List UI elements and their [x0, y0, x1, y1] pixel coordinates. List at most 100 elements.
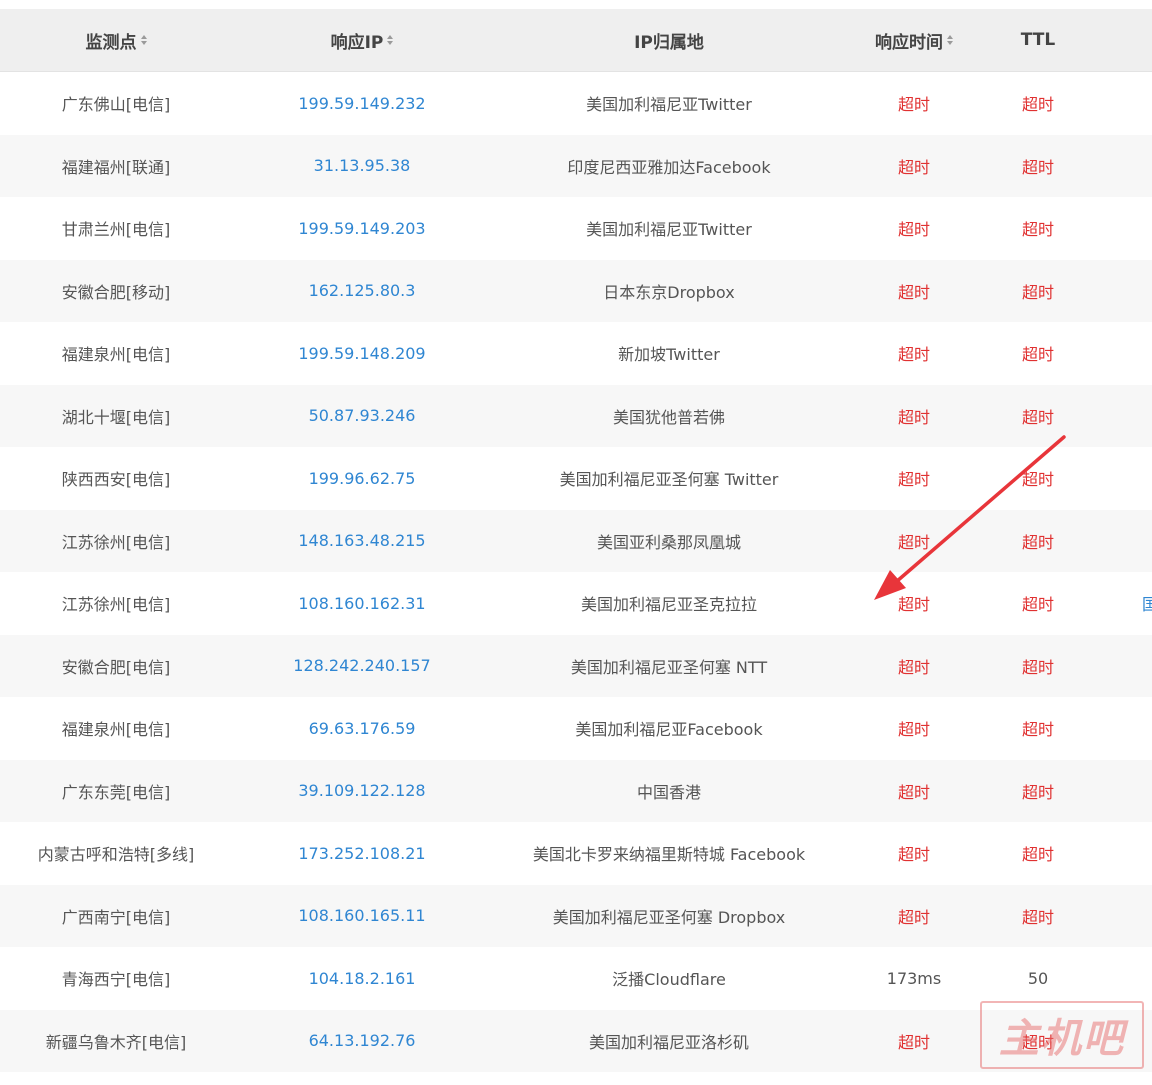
- cell-response-time-text: 超时: [897, 1032, 930, 1052]
- cell-ip-text[interactable]: 64.13.192.76: [309, 1031, 416, 1050]
- cell-monitor: 安徽合肥[电信]: [0, 635, 232, 698]
- cell-ip-text[interactable]: 199.59.149.203: [298, 219, 425, 238]
- cell-response-time: 超时: [846, 135, 982, 198]
- cell-ttl-text: 超时: [1021, 157, 1054, 177]
- cell-ttl-text: 超时: [1021, 595, 1054, 615]
- cell-location-text: 泛播Cloudflare: [612, 970, 726, 990]
- cell-ip: 199.59.149.232: [232, 72, 492, 135]
- cell-ip-text[interactable]: 199.96.62.75: [309, 469, 416, 488]
- cell-monitor-text: 福建泉州[电信]: [61, 720, 171, 740]
- cell-ip: 39.109.122.128: [232, 760, 492, 823]
- cell-monitor: 湖北十堰[电信]: [0, 385, 232, 448]
- cell-ip-text[interactable]: 173.252.108.21: [298, 844, 425, 863]
- cell-response-time: 超时: [846, 72, 982, 135]
- cell-response-time-text: 超时: [897, 907, 930, 927]
- cell-location: 美国亚利桑那凤凰城: [492, 510, 846, 573]
- cell-response-time-text: 超时: [897, 470, 930, 490]
- cell-location-text: 美国加利福尼亚圣何塞 NTT: [570, 657, 768, 677]
- sort-caret-icon[interactable]: [387, 35, 394, 45]
- cell-ttl-text: 超时: [1021, 345, 1054, 365]
- cell-ip-text[interactable]: 108.160.162.31: [298, 594, 425, 613]
- cell-location: 日本东京Dropbox: [492, 260, 846, 323]
- cell-ip-text[interactable]: 50.87.93.246: [309, 406, 416, 425]
- header-ttl-label: TTL: [1020, 30, 1056, 50]
- cell-monitor-text: 甘肃兰州[电信]: [61, 220, 171, 240]
- cell-response-time: 超时: [846, 635, 982, 698]
- cell-response-time: 超时: [846, 322, 982, 385]
- cell-ip: 31.13.95.38: [232, 135, 492, 198]
- cell-ip-text[interactable]: 39.109.122.128: [298, 781, 425, 800]
- cell-ip: 199.59.148.209: [232, 322, 492, 385]
- cell-location-text: 日本东京Dropbox: [603, 282, 735, 302]
- header-monitor-label: 监测点: [85, 32, 137, 53]
- cell-ip-text[interactable]: 128.242.240.157: [293, 656, 430, 675]
- cell-ip-text[interactable]: 31.13.95.38: [314, 156, 411, 175]
- cell-ttl-text: 超时: [1021, 782, 1054, 802]
- cell-response-time: 超时: [846, 385, 982, 448]
- cell-ip-text[interactable]: 162.125.80.3: [309, 281, 416, 300]
- table-row: 安徽合肥[电信] 128.242.240.157 美国加利福尼亚圣何塞 NTT 超时 超…: [0, 634, 1152, 698]
- cell-monitor-text: 江苏徐州[电信]: [61, 532, 171, 552]
- ping-results-table: 监测点 响应IP IP归属地 响应时间 TTL 广东佛山[电信] 199.59.1…: [0, 9, 1152, 1072]
- table-row: 湖北十堰[电信] 50.87.93.246 美国犹他普若佛 超时 超时: [0, 384, 1152, 448]
- cell-location: 美国加利福尼亚圣何塞 Twitter: [492, 447, 846, 510]
- cell-ip: 148.163.48.215: [232, 510, 492, 573]
- cell-location: 新加坡Twitter: [492, 322, 846, 385]
- cell-monitor: 福建泉州[电信]: [0, 322, 232, 385]
- cell-monitor: 福建福州[联通]: [0, 135, 232, 198]
- cell-ip-text[interactable]: 148.163.48.215: [298, 531, 425, 550]
- header-response-time-label: 响应时间: [875, 32, 943, 53]
- header-response-time[interactable]: 响应时间: [846, 9, 982, 71]
- cell-monitor-text: 江苏徐州[电信]: [61, 595, 171, 615]
- cell-location-text: 美国加利福尼亚圣克拉拉: [580, 595, 757, 615]
- cell-ip-text[interactable]: 199.59.149.232: [298, 94, 425, 113]
- cell-response-time: 超时: [846, 760, 982, 823]
- cell-response-time-text: 超时: [897, 95, 930, 115]
- cell-ttl-text: 超时: [1021, 907, 1054, 927]
- watermark-text: 主机吧: [999, 1016, 1125, 1062]
- cell-response-time-text: 超时: [897, 782, 930, 802]
- cell-ttl-text: 超时: [1021, 720, 1054, 740]
- cell-monitor: 内蒙古呼和浩特[多线]: [0, 822, 232, 885]
- cell-response-time: 超时: [846, 447, 982, 510]
- cell-response-time-text: 超时: [897, 157, 930, 177]
- table-row: 甘肃兰州[电信] 199.59.149.203 美国加利福尼亚Twitter 超时 超时: [0, 197, 1152, 260]
- cell-ip: 50.87.93.246: [232, 385, 492, 448]
- table-row: 广西南宁[电信] 108.160.165.11 美国加利福尼亚圣何塞 Dropbox…: [0, 884, 1152, 948]
- cell-ttl-text: 超时: [1021, 470, 1054, 490]
- header-monitor[interactable]: 监测点: [0, 9, 232, 71]
- table-row: 广东东莞[电信] 39.109.122.128 中国香港 超时 超时: [0, 759, 1152, 823]
- cell-ttl: 超时: [982, 572, 1094, 635]
- cell-ip-text[interactable]: 108.160.165.11: [298, 906, 425, 925]
- cell-ttl-text: 超时: [1021, 95, 1054, 115]
- cell-monitor: 广西南宁[电信]: [0, 885, 232, 948]
- cell-monitor-text: 陕西西安[电信]: [61, 470, 171, 490]
- cell-location: 美国加利福尼亚圣何塞 Dropbox: [492, 885, 846, 948]
- cell-ttl: 超时: [982, 510, 1094, 573]
- cell-ttl: 超时: [982, 885, 1094, 948]
- cell-ttl: 超时: [982, 697, 1094, 760]
- header-ip[interactable]: 响应IP: [232, 9, 492, 71]
- cell-ip-text[interactable]: 69.63.176.59: [309, 719, 416, 738]
- cell-ip-text[interactable]: 199.59.148.209: [298, 344, 425, 363]
- cell-extra-link[interactable]: 国: [1142, 591, 1152, 615]
- cell-location-text: 美国加利福尼亚Twitter: [586, 220, 752, 240]
- sort-caret-icon[interactable]: [947, 35, 953, 45]
- cell-location: 美国加利福尼亚圣何塞 NTT: [492, 635, 846, 698]
- cell-response-time-text: 超时: [897, 532, 930, 552]
- cell-ip-text[interactable]: 104.18.2.161: [309, 969, 416, 988]
- cell-ttl-text: 超时: [1021, 532, 1054, 552]
- cell-monitor: 福建泉州[电信]: [0, 697, 232, 760]
- cell-ttl: 超时: [982, 760, 1094, 823]
- cell-response-time-text: 173ms: [886, 968, 942, 988]
- cell-monitor: 陕西西安[电信]: [0, 447, 232, 510]
- cell-location: 印度尼西亚雅加达Facebook: [492, 135, 846, 198]
- table-row: 广东佛山[电信] 199.59.149.232 美国加利福尼亚Twitter 超时 超时: [0, 72, 1152, 135]
- header-ttl: TTL: [982, 9, 1094, 71]
- sort-caret-icon[interactable]: [140, 35, 147, 45]
- cell-response-time: 超时: [846, 1010, 982, 1073]
- header-ip-label: 响应IP: [330, 32, 384, 53]
- top-spacer: [0, 0, 1152, 9]
- cell-location-text: 美国加利福尼亚圣何塞 Dropbox: [552, 907, 786, 927]
- cell-ttl: 超时: [982, 822, 1094, 885]
